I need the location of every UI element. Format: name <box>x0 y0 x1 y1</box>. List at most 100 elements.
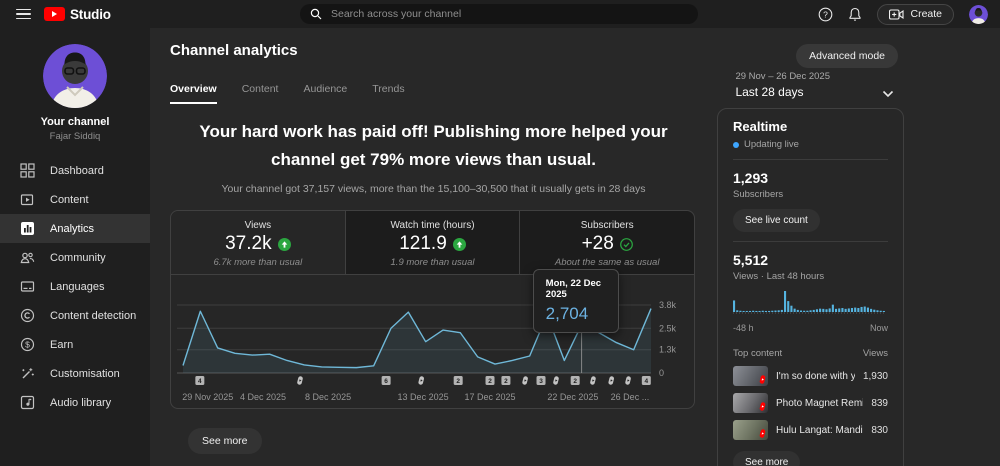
realtime-bar <box>787 301 790 312</box>
realtime-bar <box>841 308 844 312</box>
svg-text:2: 2 <box>573 378 577 385</box>
sidebar-item-audio-library[interactable]: Audio library <box>0 388 150 417</box>
see-live-count-button[interactable]: See live count <box>733 209 820 232</box>
video-thumbnail <box>733 420 768 440</box>
shorts-upload-icon <box>590 376 596 385</box>
realtime-bar <box>771 310 774 312</box>
sidebar-item-dashboard[interactable]: Dashboard <box>0 156 150 185</box>
svg-text:4: 4 <box>645 378 649 385</box>
create-video-icon <box>889 8 905 20</box>
shorts-icon <box>759 429 766 438</box>
top-content-label: Top content <box>733 348 783 359</box>
advanced-mode-button[interactable]: Advanced mode <box>796 44 898 68</box>
metric-tab-subscribers[interactable]: Subscribers +28 About the same as usual <box>520 211 695 274</box>
axis-label-end: Now <box>869 323 888 333</box>
metric-label: Views <box>244 220 272 231</box>
sidebar-item-label: Earn <box>50 338 74 351</box>
channel-owner: Fajar Siddiq <box>49 131 101 142</box>
metric-delta: 6.7k more than usual <box>213 257 303 268</box>
create-button[interactable]: Create <box>877 3 954 25</box>
metric-tab-watch-time[interactable]: Watch time (hours) 121.9 1.9 more than u… <box>345 211 521 274</box>
realtime-bar <box>745 310 748 312</box>
realtime-bar <box>838 308 841 312</box>
realtime-bar <box>768 310 771 312</box>
realtime-bar <box>748 310 752 312</box>
svg-text:$: $ <box>25 340 30 350</box>
search-input[interactable] <box>331 8 688 20</box>
shorts-upload-icon <box>625 376 631 385</box>
video-upload-badge: 4 <box>195 376 205 385</box>
video-upload-badge: 2 <box>453 376 463 385</box>
metric-tab-views[interactable]: Views 37.2k 6.7k more than usual <box>171 211 346 274</box>
realtime-bar <box>736 310 739 312</box>
realtime-views-count: 5,512 <box>733 252 769 268</box>
realtime-bar <box>803 310 806 312</box>
tab-audience[interactable]: Audience <box>303 83 347 104</box>
realtime-bar <box>835 308 838 312</box>
realtime-bar <box>752 310 755 312</box>
channel-avatar[interactable] <box>43 44 107 108</box>
top-content-row[interactable]: Photo Magnet Reminders f… 839 <box>733 393 888 413</box>
sidebar-item-analytics[interactable]: Analytics <box>0 214 150 243</box>
date-range-picker[interactable]: 29 Nov – 26 Dec 2025 Last 28 days <box>735 71 830 99</box>
x-axis-label: 13 Dec 2025 <box>398 392 449 402</box>
channel-name: Your channel <box>40 116 110 128</box>
see-more-button[interactable]: See more <box>188 428 262 454</box>
chevron-down-icon[interactable] <box>882 85 894 103</box>
search-bar[interactable] <box>300 4 698 24</box>
sidebar-item-earn[interactable]: $ Earn <box>0 330 150 359</box>
svg-text:2: 2 <box>488 378 492 385</box>
video-views: 839 <box>871 397 888 409</box>
top-content-row[interactable]: Hulu Langat: Mandi Sungai… 830 <box>733 420 888 440</box>
youtube-play-icon <box>44 7 65 21</box>
sidebar-item-community[interactable]: Community <box>0 243 150 272</box>
topbar: Studio ? Create <box>0 0 1000 28</box>
menu-icon[interactable] <box>16 8 31 20</box>
sidebar-item-label: Community <box>50 251 106 264</box>
realtime-bar <box>742 310 745 312</box>
realtime-card: Realtime Updating live 1,293 Subscribers… <box>717 108 904 466</box>
metric-delta: 1.9 more than usual <box>390 257 475 268</box>
video-upload-badge: 4 <box>641 376 651 385</box>
account-avatar[interactable] <box>969 4 988 24</box>
realtime-see-more-button[interactable]: See more <box>733 451 801 466</box>
tab-content[interactable]: Content <box>242 83 279 104</box>
realtime-bar <box>739 310 742 312</box>
views-line-chart[interactable]: 3.8k 2.5k 1.3k 0 4 6 2 2 2 3 2 4 29 Nov 2025 4 Dec 20… <box>171 269 694 408</box>
realtime-bar-chart[interactable] <box>733 289 886 316</box>
svg-text:?: ? <box>824 9 829 19</box>
realtime-bar <box>866 307 869 312</box>
views-column-label: Views <box>862 348 888 359</box>
shorts-upload-icon <box>297 376 303 385</box>
y-axis-label: 1.3k <box>659 345 677 355</box>
video-upload-badge: 2 <box>485 376 495 385</box>
video-upload-badge: 2 <box>570 376 580 385</box>
tab-overview[interactable]: Overview <box>170 83 217 104</box>
top-content-row[interactable]: I'm so done with year 202… 1,930 <box>733 366 888 386</box>
realtime-title: Realtime <box>733 119 788 134</box>
sidebar-item-customisation[interactable]: Customisation <box>0 359 150 388</box>
youtube-studio-logo[interactable]: Studio <box>44 7 111 22</box>
svg-text:3: 3 <box>539 378 543 385</box>
realtime-bar <box>847 308 850 312</box>
community-icon <box>20 252 35 264</box>
sidebar-item-label: Content <box>50 193 89 206</box>
tab-trends[interactable]: Trends <box>372 83 404 104</box>
date-preset-text: Last 28 days <box>735 85 804 99</box>
shorts-upload-icon <box>522 376 528 385</box>
notifications-bell-icon[interactable] <box>848 7 862 22</box>
shorts-upload-icon <box>418 376 424 385</box>
metric-value: 37.2k <box>225 233 272 254</box>
audio-library-icon <box>20 395 35 410</box>
help-icon[interactable]: ? <box>818 7 833 22</box>
live-dot-icon <box>733 141 739 148</box>
date-range-text: 29 Nov – 26 Dec 2025 <box>735 71 830 82</box>
brand-name: Studio <box>70 6 111 22</box>
chart-tooltip: Mon, 22 Dec 2025 2,704 <box>532 269 619 333</box>
svg-text:2: 2 <box>504 378 508 385</box>
svg-text:4: 4 <box>198 378 202 385</box>
sidebar-item-languages[interactable]: Languages <box>0 272 150 301</box>
sidebar-item-content[interactable]: Content <box>0 185 150 214</box>
sidebar-item-content-detection[interactable]: Content detection <box>0 301 150 330</box>
realtime-bar <box>882 310 885 312</box>
